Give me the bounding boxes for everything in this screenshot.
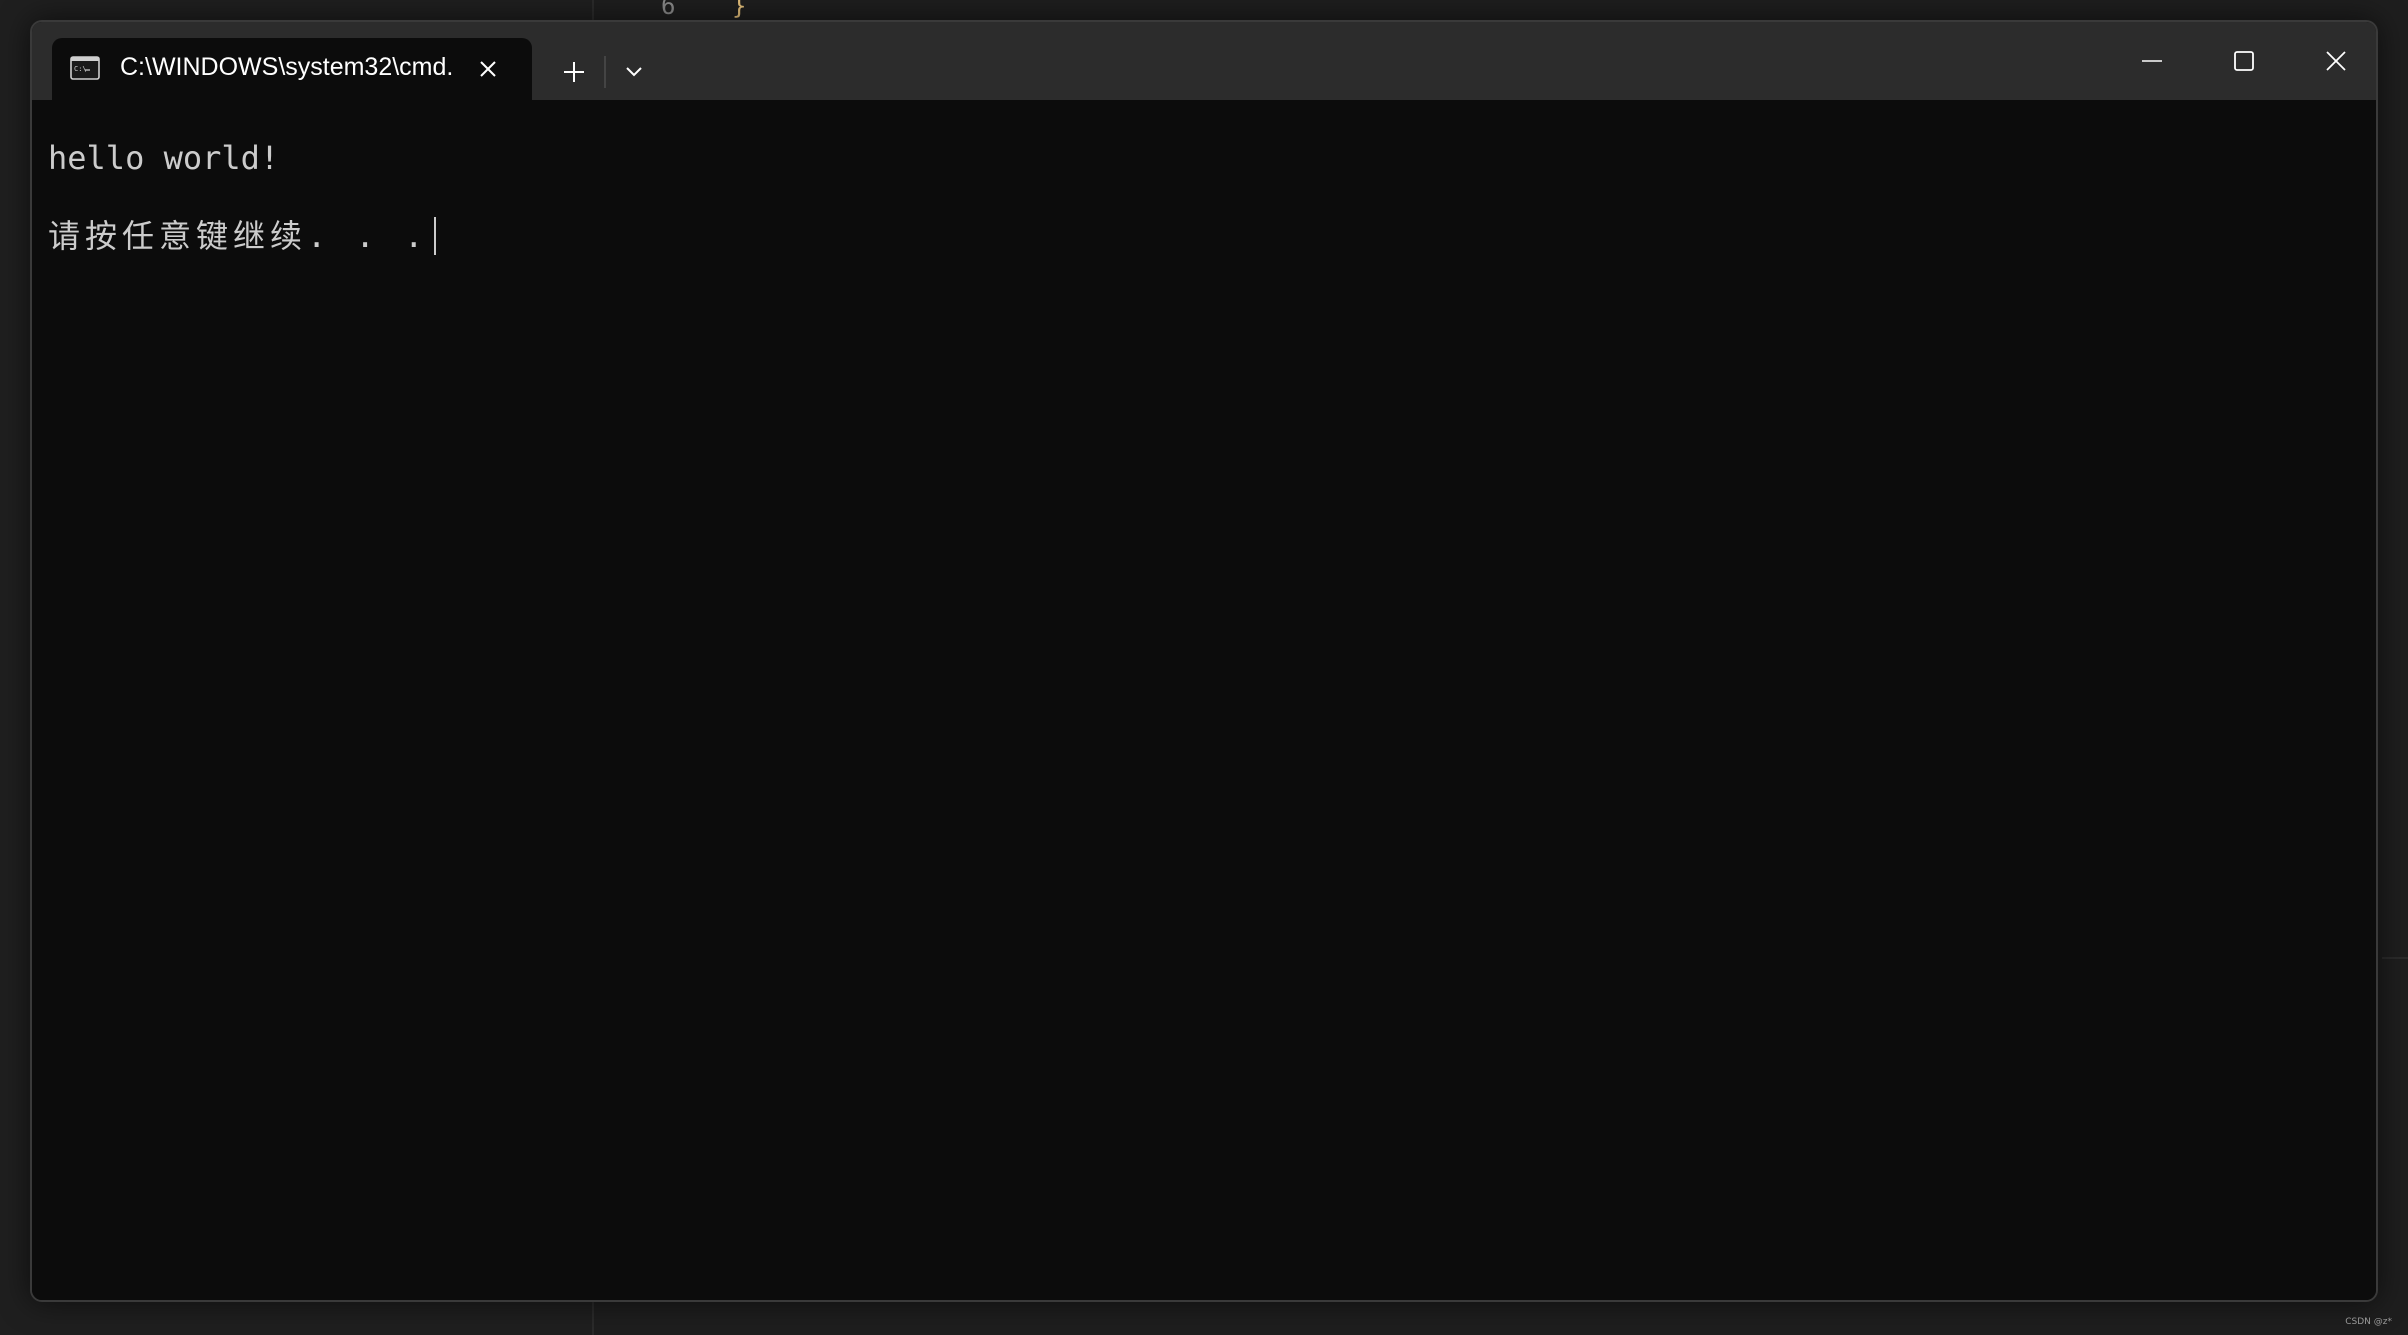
text-cursor: [434, 217, 437, 255]
watermark: CSDN @z*: [2345, 1317, 2392, 1327]
chevron-down-icon: [626, 67, 642, 77]
close-icon: [2326, 51, 2346, 71]
svg-text:C:\: C:\: [74, 65, 87, 73]
maximize-icon: [2234, 51, 2254, 71]
tab-title: C:\WINDOWS\system32\cmd.: [120, 53, 454, 81]
console-line: 请按任意键继续. . .: [48, 214, 437, 258]
tab-close-button[interactable]: [472, 53, 504, 85]
minimize-icon: [2142, 60, 2162, 62]
editor-scroll-divider: [2382, 957, 2408, 959]
close-icon: [480, 61, 496, 77]
terminal-titlebar[interactable]: C:\ C:\WINDOWS\system32\cmd.: [32, 22, 2376, 100]
plus-icon: [564, 62, 584, 82]
tab-cmd[interactable]: C:\ C:\WINDOWS\system32\cmd.: [52, 38, 532, 100]
close-window-button[interactable]: [2290, 22, 2376, 100]
terminal-window: C:\ C:\WINDOWS\system32\cmd. hello world…: [30, 20, 2378, 1302]
minimize-button[interactable]: [2106, 22, 2198, 100]
console-line: hello world!: [48, 136, 279, 180]
maximize-button[interactable]: [2198, 22, 2290, 100]
console-line-text: hello world!: [48, 139, 280, 177]
desktop: 6 } C:\ C:\WINDOWS\system32\cmd. hello w…: [0, 0, 2408, 1335]
console-line-text: 请按任意键继续. . .: [48, 217, 429, 255]
tab-dropdown-button[interactable]: [612, 52, 656, 92]
cmd-icon: C:\: [70, 56, 100, 80]
console-output[interactable]: hello world! 请按任意键继续. . .: [32, 100, 2376, 1300]
tab-separator: [604, 56, 606, 88]
new-tab-button[interactable]: [552, 52, 596, 92]
